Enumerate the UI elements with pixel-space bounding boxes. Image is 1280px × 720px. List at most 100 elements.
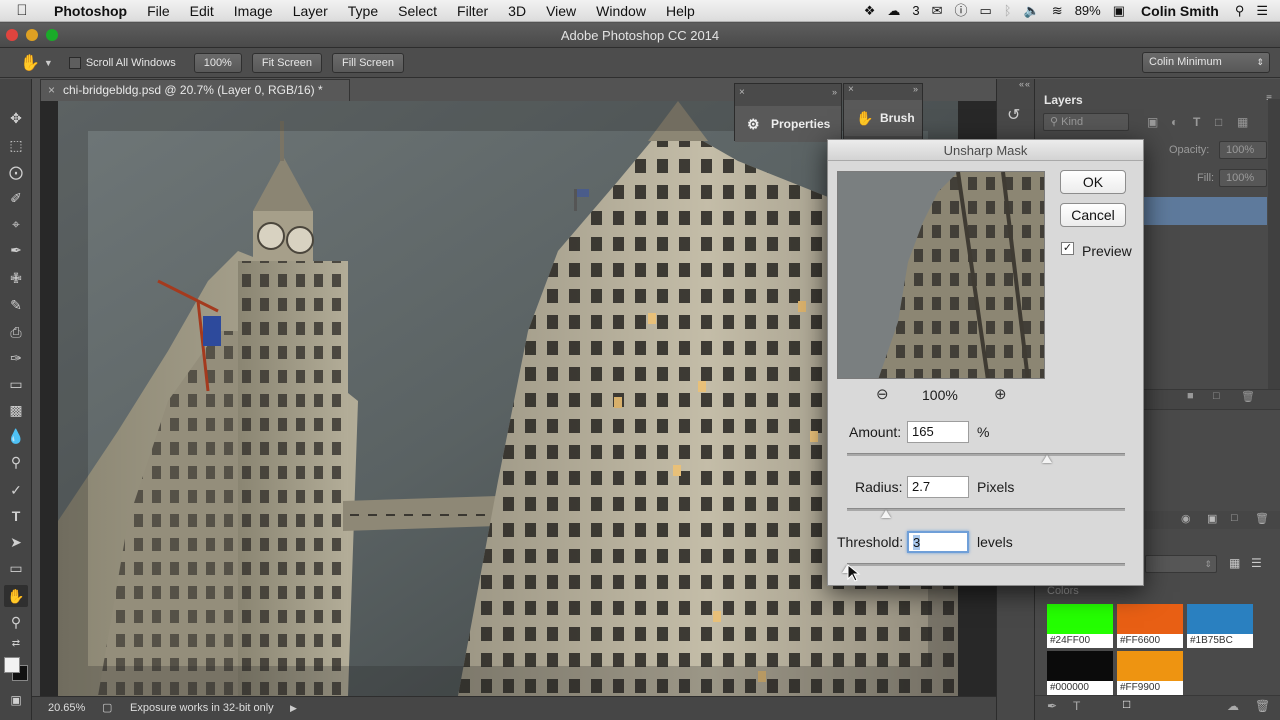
ok-button[interactable]: OK [1060, 170, 1126, 194]
delete-layer-icon[interactable]: 🗑 [1241, 390, 1255, 403]
history-panel-icon[interactable]: ↺ [1007, 105, 1020, 125]
trash-icon[interactable]: 🗑 [1255, 512, 1269, 525]
filter-preview[interactable] [837, 171, 1045, 379]
history-brush-tool-icon[interactable]: ✑ [4, 347, 28, 369]
properties-tab[interactable]: ⚙ Properties [735, 106, 841, 142]
layers-scrollbar[interactable] [1268, 99, 1280, 389]
lasso-tool-icon[interactable]: ⨀ [4, 161, 28, 183]
scroll-all-windows-option[interactable]: Scroll All Windows [68, 56, 176, 69]
clone-stamp-tool-icon[interactable]: ⎙ [4, 321, 28, 343]
info-icon[interactable]: ⓘ [948, 0, 973, 22]
shape-tool-icon[interactable]: ▭ [4, 557, 28, 579]
messages-icon[interactable]: ✉ [926, 0, 949, 22]
wifi-icon[interactable]: ≋ [1046, 0, 1069, 22]
bluetooth-icon[interactable]: ᛒ [998, 0, 1018, 22]
hand-tool-preset-icon[interactable]: ✋ [20, 53, 40, 73]
quick-mask-icon[interactable]: ▣ [4, 689, 28, 711]
layer-kind-filter[interactable]: ⚲ Kind [1043, 113, 1129, 131]
crop-tool-icon[interactable]: ⌖ [4, 213, 28, 235]
amount-slider-thumb[interactable] [1042, 455, 1052, 463]
menu-select[interactable]: Select [388, 0, 447, 22]
apple-icon[interactable]:  [0, 2, 44, 19]
fill-field[interactable]: 100% [1219, 169, 1267, 187]
preview-checkbox[interactable]: ✓ [1061, 242, 1074, 255]
type-tool-icon[interactable]: T [4, 505, 28, 527]
close-document-icon[interactable]: × [48, 80, 55, 101]
menu-help[interactable]: Help [656, 0, 705, 22]
trash-footer-icon[interactable]: 🗑 [1255, 699, 1270, 713]
swatch-orange[interactable]: #FF6600 [1117, 604, 1183, 648]
cloud-footer-icon[interactable]: ☁ [1227, 699, 1239, 713]
menu-layer[interactable]: Layer [283, 0, 338, 22]
close-window-button[interactable] [6, 29, 18, 41]
foreground-color-swatch[interactable] [4, 657, 20, 673]
scroll-all-checkbox[interactable] [68, 56, 81, 69]
collapse-panel-icon[interactable]: » [913, 84, 918, 94]
cancel-button[interactable]: Cancel [1060, 203, 1126, 227]
fit-screen-button[interactable]: Fit Screen [251, 52, 322, 73]
new-group-icon[interactable]: ■ [1187, 390, 1194, 402]
volume-icon[interactable]: 🔈 [1018, 0, 1046, 22]
zoom-100-button[interactable]: 100% [193, 52, 242, 73]
layers-title[interactable]: Layers [1044, 93, 1083, 107]
healing-brush-tool-icon[interactable]: ✙ [4, 267, 28, 289]
filter-adjust-icon[interactable]: ◐ [1171, 115, 1178, 129]
pen-tool-icon[interactable]: ✓ [4, 479, 28, 501]
menu-filter[interactable]: Filter [447, 0, 498, 22]
filter-smart-icon[interactable]: ▦ [1237, 115, 1248, 129]
cloud-sync-icon[interactable]: ☁ [881, 0, 906, 22]
opacity-field[interactable]: 100% [1219, 141, 1267, 159]
blur-tool-icon[interactable]: 💧 [4, 425, 28, 447]
menu-edit[interactable]: Edit [180, 0, 224, 22]
menu-file[interactable]: File [137, 0, 180, 22]
menu-image[interactable]: Image [224, 0, 283, 22]
threshold-input[interactable]: 3 [907, 531, 969, 553]
zoom-tool-icon[interactable]: ⚲ [4, 611, 28, 633]
menu-3d[interactable]: 3D [498, 0, 536, 22]
menu-window[interactable]: Window [586, 0, 656, 22]
add-mask-icon[interactable]: ▣ [1207, 512, 1217, 525]
move-tool-icon[interactable]: ✥ [4, 107, 28, 129]
dodge-tool-icon[interactable]: ⚲ [4, 451, 28, 473]
type-footer-icon[interactable]: T [1073, 699, 1080, 713]
filter-image-icon[interactable]: ▣ [1147, 115, 1158, 129]
radius-input[interactable]: 2.7 [907, 476, 969, 498]
share-icon[interactable]: ▢ [102, 697, 112, 719]
close-panel-icon[interactable]: × [739, 87, 745, 98]
workspace-select[interactable]: Colin Minimum ⇕ [1142, 52, 1270, 73]
close-panel-icon[interactable]: × [848, 84, 854, 95]
eraser-tool-icon[interactable]: ▭ [4, 373, 28, 395]
new-adjustment-icon[interactable]: □ [1231, 512, 1238, 524]
user-name[interactable]: Colin Smith [1131, 3, 1229, 19]
notification-center-icon[interactable]: ☰ [1250, 0, 1280, 22]
fill-screen-button[interactable]: Fill Screen [331, 52, 404, 73]
grid-view-icon[interactable]: ▦ [1229, 556, 1240, 570]
minimize-window-button[interactable] [26, 29, 38, 41]
menu-photoshop[interactable]: Photoshop [44, 0, 137, 22]
swatch-green[interactable]: #24FF00 [1047, 604, 1113, 648]
quick-select-tool-icon[interactable]: ✐ [4, 187, 28, 209]
spotlight-icon[interactable]: ⚲ [1229, 0, 1251, 22]
zoom-out-icon[interactable]: ⊖ [876, 385, 889, 403]
collapse-panel-icon[interactable]: » [832, 87, 837, 97]
filter-shape-icon[interactable]: □ [1215, 115, 1222, 129]
zoom-in-icon[interactable]: ⊕ [994, 385, 1007, 403]
airplay-icon[interactable]: ▭ [974, 0, 998, 22]
mask-icon[interactable]: ◉ [1181, 512, 1191, 525]
status-menu-arrow-icon[interactable]: ▶ [290, 697, 297, 719]
document-tab[interactable]: × chi-bridgebldg.psd @ 20.7% (Layer 0, R… [40, 79, 350, 101]
collapse-dock-icon[interactable]: « [1025, 79, 1030, 89]
new-swatch-icon[interactable]: □ [1123, 697, 1130, 711]
swatch-amber[interactable]: #FF9900 [1117, 651, 1183, 695]
path-selection-tool-icon[interactable]: ➤ [4, 531, 28, 553]
list-view-icon[interactable]: ☰ [1251, 556, 1262, 570]
eyedropper-tool-icon[interactable]: ✒ [4, 239, 28, 261]
zoom-window-button[interactable] [46, 29, 58, 41]
dropbox-icon[interactable]: ❖ [858, 0, 882, 22]
brush-footer-icon[interactable]: ✒ [1047, 699, 1057, 713]
swatch-black[interactable]: #000000 [1047, 651, 1113, 695]
collapse-panels-icon[interactable]: « [1019, 79, 1024, 89]
threshold-slider[interactable] [847, 563, 1125, 566]
marquee-tool-icon[interactable]: ⬚ [4, 134, 28, 156]
amount-slider[interactable] [847, 453, 1125, 456]
